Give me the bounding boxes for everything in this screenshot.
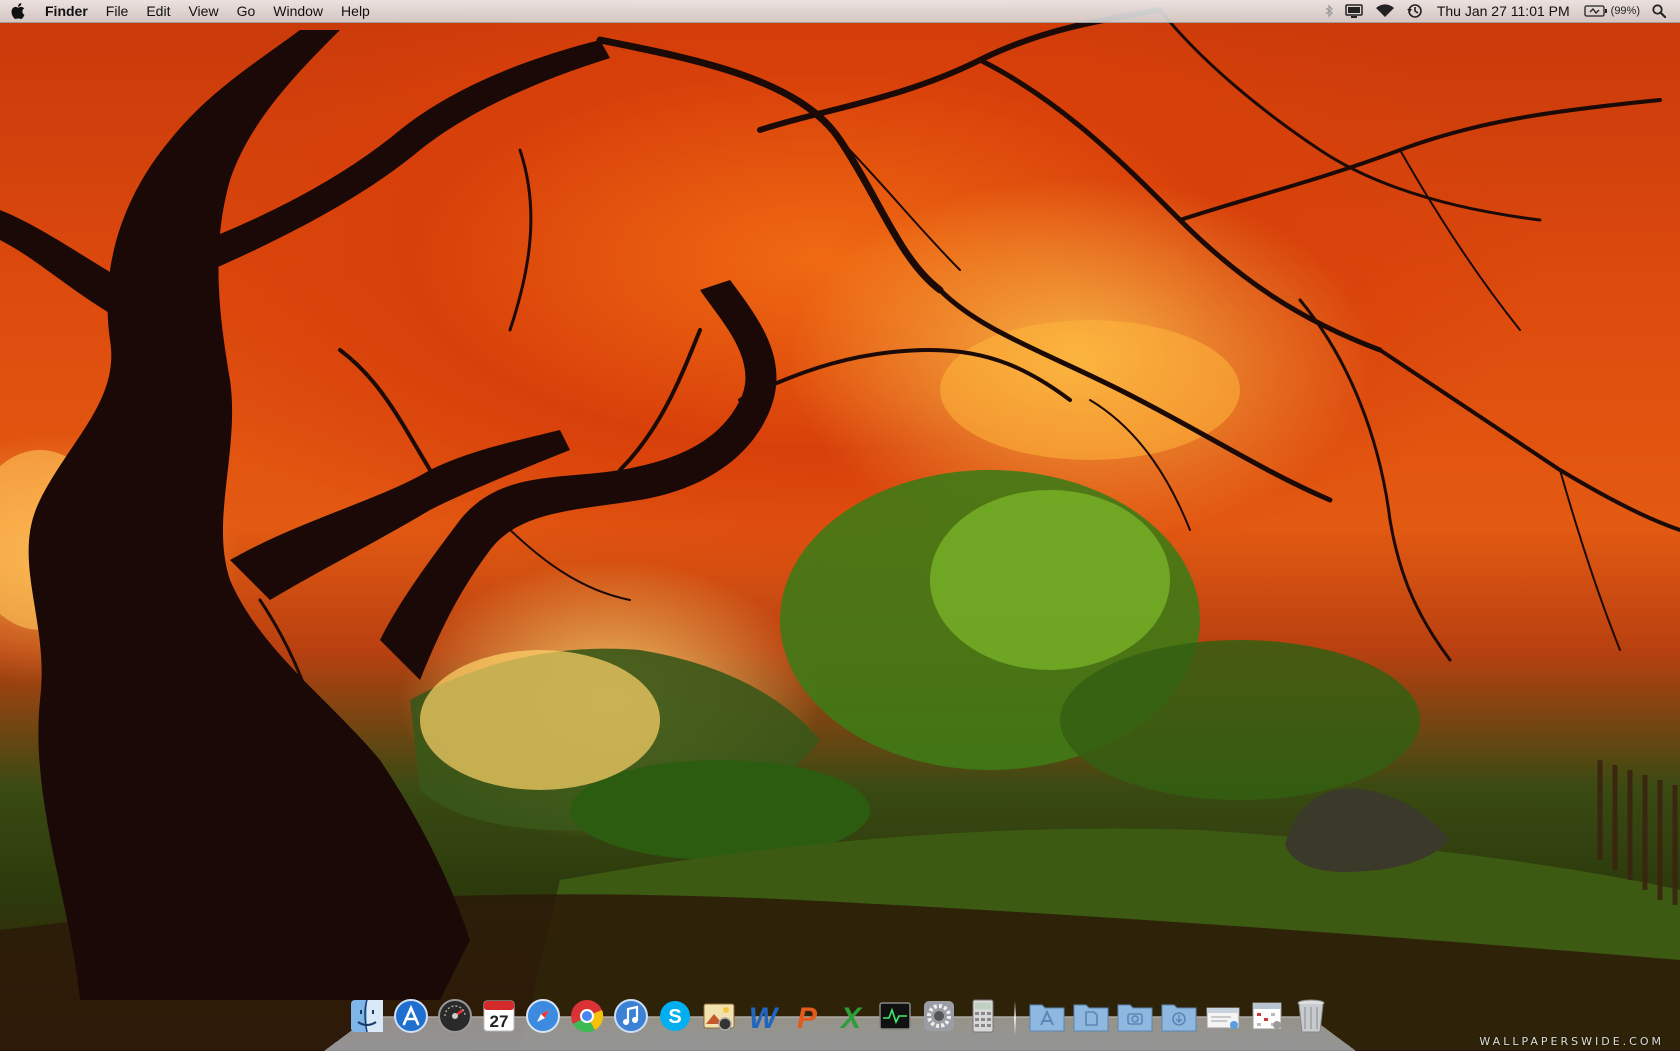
dock-excel-icon[interactable]: X bbox=[832, 997, 870, 1035]
menu-view[interactable]: View bbox=[179, 0, 227, 22]
dock-activity-monitor-icon[interactable] bbox=[876, 997, 914, 1035]
wallpaper-watermark: WALLPAPERSWIDE.COM bbox=[1479, 1035, 1664, 1048]
dock-iphoto-icon[interactable] bbox=[700, 997, 738, 1035]
svg-text:X: X bbox=[839, 1002, 863, 1034]
dock-powerpoint-icon[interactable]: P bbox=[788, 997, 826, 1035]
dock-pictures-folder-icon[interactable] bbox=[1116, 997, 1154, 1035]
menu-help[interactable]: Help bbox=[332, 0, 379, 22]
time-machine-icon[interactable] bbox=[1401, 0, 1429, 22]
svg-text:S: S bbox=[668, 1006, 681, 1028]
battery-percent: (99%) bbox=[1611, 5, 1640, 17]
menu-bar-status: Thu Jan 27 11:01 PM (99%) bbox=[1319, 0, 1680, 22]
dock-chrome-icon[interactable] bbox=[568, 997, 606, 1035]
dock-documents-folder-icon[interactable] bbox=[1072, 997, 1110, 1035]
menu-finder[interactable]: Finder bbox=[36, 0, 97, 22]
wallpaper-art bbox=[0, 0, 1680, 1050]
dock-mail-preview-icon[interactable] bbox=[1204, 997, 1242, 1035]
ical-date-label: 27 bbox=[490, 1012, 509, 1031]
dock-dashboard-icon[interactable] bbox=[436, 997, 474, 1035]
apple-menu-icon[interactable] bbox=[0, 0, 36, 22]
bluetooth-icon[interactable] bbox=[1319, 0, 1339, 22]
dock-system-preferences-icon[interactable] bbox=[920, 997, 958, 1035]
dock: 27 S W P X bbox=[348, 993, 1330, 1035]
menu-file[interactable]: File bbox=[97, 0, 138, 22]
dock-finder-icon[interactable] bbox=[348, 997, 386, 1035]
menu-edit[interactable]: Edit bbox=[137, 0, 179, 22]
dock-calculator-icon[interactable] bbox=[964, 997, 1002, 1035]
spotlight-icon[interactable] bbox=[1646, 0, 1672, 22]
dock-skype-icon[interactable]: S bbox=[656, 997, 694, 1035]
menu-bar-left: Finder File Edit View Go Window Help bbox=[0, 0, 379, 22]
menu-bar: Finder File Edit View Go Window Help Thu… bbox=[0, 0, 1680, 23]
dock-trash-icon[interactable] bbox=[1292, 997, 1330, 1035]
dock-downloads-folder-icon[interactable] bbox=[1160, 997, 1198, 1035]
dock-itunes-icon[interactable] bbox=[612, 997, 650, 1035]
battery-icon[interactable]: (99%) bbox=[1578, 0, 1646, 22]
display-icon[interactable] bbox=[1339, 0, 1369, 22]
dock-app-store-icon[interactable] bbox=[392, 997, 430, 1035]
wifi-icon[interactable] bbox=[1369, 0, 1401, 22]
svg-text:W: W bbox=[749, 1002, 780, 1034]
svg-text:P: P bbox=[797, 1002, 818, 1034]
menu-go[interactable]: Go bbox=[228, 0, 265, 22]
menu-clock[interactable]: Thu Jan 27 11:01 PM bbox=[1429, 3, 1578, 19]
dock-safari-icon[interactable] bbox=[524, 997, 562, 1035]
desktop-wallpaper bbox=[0, 0, 1680, 1050]
dock-separator bbox=[1014, 1001, 1016, 1035]
dock-calendar-preview-icon[interactable] bbox=[1248, 997, 1286, 1035]
dock-ical-icon[interactable]: 27 bbox=[480, 997, 518, 1035]
menu-window[interactable]: Window bbox=[264, 0, 332, 22]
dock-word-icon[interactable]: W bbox=[744, 997, 782, 1035]
dock-applications-folder-icon[interactable] bbox=[1028, 997, 1066, 1035]
